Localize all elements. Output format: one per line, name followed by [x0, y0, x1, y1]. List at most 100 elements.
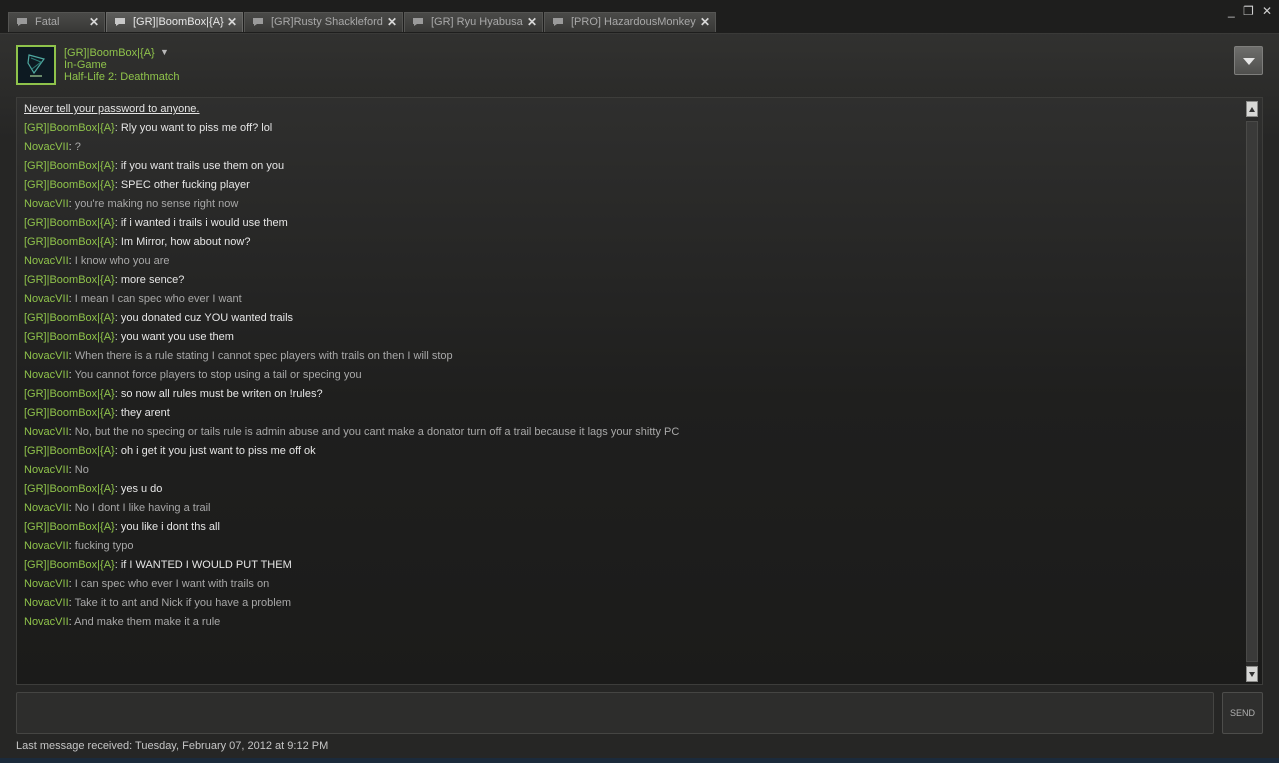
chat-bubble-icon [17, 18, 27, 26]
chat-message: [GR]|BoomBox|{A}: Rly you want to piss m… [24, 121, 1244, 140]
chat-message: [GR]|BoomBox|{A}: they arent [24, 406, 1244, 425]
chat-bubble-icon [253, 18, 263, 26]
message-text: fucking typo [74, 540, 134, 552]
scroll-up-button[interactable] [1246, 101, 1258, 117]
options-menu-button[interactable] [1234, 46, 1263, 75]
close-tab-icon[interactable]: ✕ [387, 13, 397, 32]
friend-name[interactable]: [GR]|BoomBox|{A} [64, 47, 155, 59]
message-text: you donated cuz YOU wanted trails [120, 312, 294, 324]
message-sender[interactable]: NovacVII [24, 293, 69, 305]
tab-label: Fatal [35, 16, 60, 28]
message-sender[interactable]: [GR]|BoomBox|{A} [24, 312, 115, 324]
friend-game: Half-Life 2: Deathmatch [64, 71, 180, 83]
tab-label: [GR]|BoomBox|{A} [133, 16, 224, 28]
message-sender[interactable]: NovacVII [24, 464, 69, 476]
message-sender[interactable]: NovacVII [24, 255, 69, 267]
chat-message: [GR]|BoomBox|{A}: if I WANTED I WOULD PU… [24, 558, 1244, 577]
scrollbar[interactable] [1246, 101, 1258, 682]
message-sender[interactable]: [GR]|BoomBox|{A} [24, 445, 115, 457]
chat-message: NovacVII: you're making no sense right n… [24, 197, 1244, 216]
chat-message: [GR]|BoomBox|{A}: if you want trails use… [24, 159, 1244, 178]
message-sender[interactable]: [GR]|BoomBox|{A} [24, 407, 115, 419]
message-sender[interactable]: [GR]|BoomBox|{A} [24, 388, 115, 400]
tab-ryu-hyabusa[interactable]: [GR] Ryu Hyabusa ✕ [404, 12, 543, 32]
message-sender[interactable]: [GR]|BoomBox|{A} [24, 122, 115, 134]
chat-message: [GR]|BoomBox|{A}: Im Mirror, how about n… [24, 235, 1244, 254]
message-text: I know who you are [74, 255, 170, 267]
minimize-icon[interactable]: _ [1228, 5, 1235, 17]
message-text: if i wanted i trails i would use them [120, 217, 288, 229]
tab-hazardous-monkey[interactable]: [PRO] HazardousMonkey ✕ [544, 12, 716, 32]
tab-fatal[interactable]: Fatal ✕ [8, 12, 105, 32]
chat-message: [GR]|BoomBox|{A}: you like i dont ths al… [24, 520, 1244, 539]
message-text: more sence? [120, 274, 185, 286]
message-text: And make them make it a rule [74, 616, 221, 628]
chat-message: NovacVII: No [24, 463, 1244, 482]
message-text: if you want trails use them on you [120, 160, 285, 172]
close-tab-icon[interactable]: ✕ [527, 13, 537, 32]
arrow-down-icon [1249, 672, 1255, 677]
message-text: if I WANTED I WOULD PUT THEM [120, 559, 292, 571]
message-sender[interactable]: NovacVII [24, 540, 69, 552]
close-tab-icon[interactable]: ✕ [89, 13, 99, 32]
chat-message: [GR]|BoomBox|{A}: you donated cuz YOU wa… [24, 311, 1244, 330]
message-input[interactable] [16, 692, 1214, 734]
message-text: I can spec who ever I want with trails o… [74, 578, 270, 590]
message-sender[interactable]: NovacVII [24, 502, 69, 514]
dropdown-arrow-icon [1243, 58, 1255, 65]
message-text: SPEC other fucking player [120, 179, 250, 191]
chat-message: [GR]|BoomBox|{A}: if i wanted i trails i… [24, 216, 1244, 235]
message-sender[interactable]: [GR]|BoomBox|{A} [24, 521, 115, 533]
chat-log[interactable]: Never tell your password to anyone. [GR]… [16, 97, 1263, 685]
send-button[interactable]: SEND [1222, 692, 1263, 734]
tab-rusty-shackleford[interactable]: [GR]Rusty Shackleford ✕ [244, 12, 403, 32]
tab-label: [PRO] HazardousMonkey [571, 16, 696, 28]
message-text: yes u do [120, 483, 163, 495]
message-text: oh i get it you just want to piss me off… [120, 445, 316, 457]
message-text: so now all rules must be writen on !rule… [120, 388, 323, 400]
chat-message: [GR]|BoomBox|{A}: so now all rules must … [24, 387, 1244, 406]
message-text: Rly you want to piss me off? lol [120, 122, 273, 134]
message-sender[interactable]: [GR]|BoomBox|{A} [24, 559, 115, 571]
chat-window: Fatal ✕ [GR]|BoomBox|{A} ✕ [GR]Rusty Sha… [0, 0, 1279, 763]
scroll-thumb[interactable] [1246, 121, 1258, 662]
close-tab-icon[interactable]: ✕ [700, 13, 710, 32]
message-text: they arent [120, 407, 170, 419]
message-text: I mean I can spec who ever I want [74, 293, 242, 305]
tab-boombox[interactable]: [GR]|BoomBox|{A} ✕ [106, 12, 243, 32]
chat-message: [GR]|BoomBox|{A}: oh i get it you just w… [24, 444, 1244, 463]
message-text: Im Mirror, how about now? [120, 236, 251, 248]
message-sender[interactable]: [GR]|BoomBox|{A} [24, 217, 115, 229]
message-sender[interactable]: NovacVII [24, 369, 69, 381]
message-sender[interactable]: [GR]|BoomBox|{A} [24, 179, 115, 191]
chat-message: NovacVII: I can spec who ever I want wit… [24, 577, 1244, 596]
avatar[interactable] [16, 45, 56, 85]
message-sender[interactable]: NovacVII [24, 616, 69, 628]
avatar-image-icon [20, 49, 52, 81]
chat-message: [GR]|BoomBox|{A}: you want you use them [24, 330, 1244, 349]
close-window-icon[interactable]: ✕ [1262, 5, 1272, 17]
message-sender[interactable]: NovacVII [24, 426, 69, 438]
message-list: Never tell your password to anyone. [GR]… [24, 102, 1244, 634]
chevron-down-icon[interactable]: ▼ [160, 47, 169, 57]
message-text: you want you use them [120, 331, 234, 343]
message-sender[interactable]: NovacVII [24, 350, 69, 362]
message-sender[interactable]: [GR]|BoomBox|{A} [24, 274, 115, 286]
message-sender[interactable]: NovacVII [24, 141, 69, 153]
message-sender[interactable]: [GR]|BoomBox|{A} [24, 236, 115, 248]
message-text: No I dont I like having a trail [74, 502, 211, 514]
message-sender[interactable]: NovacVII [24, 597, 69, 609]
message-sender[interactable]: [GR]|BoomBox|{A} [24, 483, 115, 495]
scroll-down-button[interactable] [1246, 666, 1258, 682]
message-sender[interactable]: [GR]|BoomBox|{A} [24, 331, 115, 343]
close-tab-icon[interactable]: ✕ [227, 13, 237, 32]
friend-header: [GR]|BoomBox|{A} ▼ In-Game Half-Life 2: … [0, 34, 1279, 96]
chat-message: [GR]|BoomBox|{A}: more sence? [24, 273, 1244, 292]
tab-label: [GR]Rusty Shackleford [271, 16, 383, 28]
message-sender[interactable]: NovacVII [24, 578, 69, 590]
message-sender[interactable]: [GR]|BoomBox|{A} [24, 160, 115, 172]
message-sender[interactable]: NovacVII [24, 198, 69, 210]
chat-bubble-icon [115, 18, 125, 26]
restore-icon[interactable]: ❐ [1243, 5, 1254, 17]
chat-message: NovacVII: When there is a rule stating I… [24, 349, 1244, 368]
